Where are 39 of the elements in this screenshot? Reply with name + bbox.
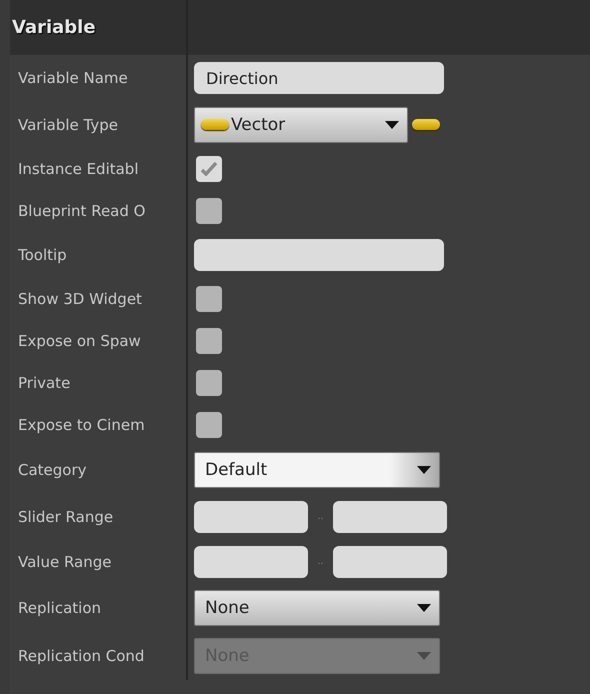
property-label: Show 3D Widget: [18, 290, 142, 308]
checkbox[interactable]: [196, 286, 222, 312]
dropdown-arrow-icon: [417, 466, 431, 474]
text-field[interactable]: Direction: [194, 62, 444, 94]
property-label: Expose on Spaw: [18, 332, 141, 350]
checkbox[interactable]: [196, 328, 222, 354]
property-label: Variable Name: [18, 69, 128, 87]
property-label: Instance Editabl: [18, 160, 138, 178]
max-field[interactable]: [333, 500, 447, 532]
property-label: Tooltip: [18, 246, 67, 264]
checkbox[interactable]: [196, 370, 222, 396]
dropdown-arrow-icon: [417, 652, 431, 660]
max-field[interactable]: [333, 546, 447, 578]
range-separator: ..: [316, 556, 324, 566]
property-label: Replication: [18, 599, 102, 617]
pin-icon: [201, 119, 229, 130]
property-label: Value Range: [18, 552, 112, 570]
property-label: Private: [18, 374, 70, 392]
property-label: Replication Cond: [18, 647, 144, 665]
checkbox[interactable]: [196, 156, 222, 182]
property-label: Expose to Cinem: [18, 416, 145, 434]
dropdown[interactable]: Default: [194, 452, 440, 488]
checkbox[interactable]: [196, 412, 222, 438]
dropdown-arrow-icon: [385, 120, 399, 128]
text-field[interactable]: [194, 239, 444, 271]
property-label: Blueprint Read O: [18, 202, 146, 220]
pin-icon: [412, 119, 440, 130]
property-label: Slider Range: [18, 508, 114, 526]
property-label: Variable Type: [18, 116, 118, 134]
type-dropdown[interactable]: Vector: [194, 106, 408, 142]
dropdown[interactable]: None: [194, 590, 440, 626]
min-field[interactable]: [194, 500, 308, 532]
range-separator: ..: [316, 512, 324, 522]
dropdown-arrow-icon: [417, 604, 431, 612]
section-title: Variable: [12, 17, 96, 38]
property-label: Category: [18, 461, 87, 479]
checkbox[interactable]: [196, 198, 222, 224]
checkmark-icon: [201, 162, 217, 176]
min-field[interactable]: [194, 546, 308, 578]
